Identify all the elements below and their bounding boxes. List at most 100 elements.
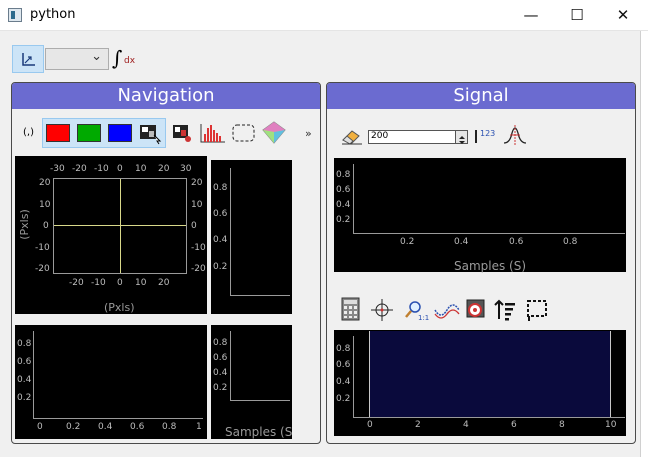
maximize-button[interactable]: ☐ [554, 0, 600, 31]
pointer-tool-button[interactable] [12, 45, 44, 73]
y-tick-left: -10 [35, 243, 50, 253]
y-tick-right: -10 [191, 243, 206, 253]
x-tick-bottom: 10 [135, 278, 147, 288]
numeric-bar-icon [475, 130, 477, 143]
green-channel-button[interactable] [77, 124, 101, 142]
close-button[interactable]: ✕ [600, 0, 646, 31]
window-title: python [30, 7, 76, 22]
y-tick: 0.4 [213, 368, 228, 378]
histogram-icon [200, 124, 225, 143]
signal-bottom-plot[interactable]: 0.8 0.6 0.4 0.2 0 2 4 6 8 10 [334, 330, 626, 436]
svg-text:1:1: 1:1 [418, 314, 429, 322]
x-tick-top: -20 [72, 164, 87, 174]
x-tick: 0 [37, 422, 43, 432]
y-tick: 0.8 [213, 183, 228, 193]
y-tick: 0.2 [336, 215, 351, 225]
navigation-right-plot[interactable]: 0.8 0.6 0.4 0.2 [211, 160, 292, 314]
snapshot-button[interactable] [464, 297, 488, 323]
axes-pointer-icon [22, 53, 35, 66]
y-tick: 0.8 [17, 339, 32, 349]
spinbox-arrows[interactable] [455, 131, 467, 144]
navigation-main-plot[interactable]: -30 -20 -10 0 10 20 30 -20 -10 0 10 20 2… [15, 156, 207, 314]
x-tick: 0 [367, 420, 373, 430]
curve-fit-icon [434, 304, 460, 319]
3d-view-button[interactable] [260, 119, 288, 147]
x-axis-label: Samples (S [225, 425, 293, 439]
x-tick-top: -10 [94, 164, 109, 174]
signal-title: Signal [327, 83, 635, 109]
eraser-button[interactable] [339, 124, 365, 146]
spinbox-value: 200 [371, 131, 389, 141]
blue-channel-button[interactable] [108, 124, 132, 142]
coord-label: (,) [23, 127, 34, 138]
x-tick-top: 0 [117, 164, 123, 174]
histogram-button[interactable] [199, 122, 227, 144]
x-tick: 0.6 [509, 237, 524, 247]
x-axis-line [33, 418, 203, 419]
signal-region-fill [369, 331, 610, 417]
roi-select-button[interactable] [231, 122, 257, 144]
navigation-bottom-plot[interactable]: 0.8 0.6 0.4 0.2 0 0.2 0.4 0.6 0.8 1 [15, 325, 207, 439]
sort-button[interactable] [492, 297, 518, 323]
x-tick: 0.4 [454, 237, 469, 247]
x-tick-top: 20 [158, 164, 170, 174]
window-right-edge [640, 31, 648, 457]
x-tick-bottom: 0 [117, 278, 123, 288]
y-tick: 0.4 [17, 375, 32, 385]
x-tick: 0.6 [130, 422, 145, 432]
y-axis-line [353, 336, 354, 418]
mode-combobox[interactable]: ⌄ [45, 48, 109, 70]
y-axis-line [353, 164, 354, 234]
numeric-display-button[interactable]: 123 [474, 127, 498, 147]
crosshair-button[interactable] [369, 297, 395, 323]
red-channel-button[interactable] [46, 124, 70, 142]
y-tick: 0.4 [213, 235, 228, 245]
y-tick-right: 10 [191, 200, 203, 210]
region-left-marker[interactable] [369, 331, 370, 417]
y-axis-line [33, 331, 34, 419]
x-axis-line [353, 417, 625, 418]
calculator-button[interactable] [340, 296, 362, 322]
app-icon [8, 8, 22, 22]
more-tools-button[interactable]: » [305, 127, 312, 140]
x-tick: 1 [196, 422, 202, 432]
crosshair-horizontal [54, 225, 186, 226]
y-tick: 0.8 [336, 344, 351, 354]
x-tick: 0.8 [563, 237, 578, 247]
roi-image-button[interactable] [170, 122, 194, 144]
zoom-button[interactable]: 1:1 [403, 298, 429, 322]
signal-top-plot[interactable]: 0.8 0.6 0.4 0.2 0.2 0.4 0.6 0.8 Samples … [334, 158, 626, 273]
zoom-icon: 1:1 [405, 301, 429, 322]
integral-icon[interactable]: ∫ [112, 46, 122, 70]
x-tick-top: 30 [180, 164, 192, 174]
region-select-button[interactable] [525, 297, 551, 323]
y-tick: 0.4 [336, 200, 351, 210]
minimize-button[interactable]: — [508, 0, 554, 31]
target-image-icon [466, 299, 485, 318]
y-axis-line [230, 331, 231, 401]
image-view-button[interactable] [137, 121, 163, 145]
region-right-marker[interactable] [610, 331, 611, 417]
x-axis-line [353, 233, 625, 234]
y-tick-left: 10 [39, 200, 51, 210]
gaussian-fit-button[interactable] [501, 121, 529, 149]
x-tick: 0.2 [400, 237, 415, 247]
x-tick-top: 10 [135, 164, 147, 174]
y-tick: 0.4 [336, 377, 351, 387]
curve-fit-button[interactable] [433, 300, 461, 322]
y-tick: 0.8 [336, 170, 351, 180]
y-tick: 0.2 [213, 383, 228, 393]
samples-spinbox[interactable]: 200 [368, 130, 468, 144]
y-tick: 0.6 [213, 353, 228, 363]
x-tick: 4 [463, 420, 469, 430]
x-tick-top: -30 [50, 164, 65, 174]
x-tick-bottom: 20 [158, 278, 170, 288]
navigation-corner-plot[interactable]: 0.8 0.6 0.4 0.2 Samples (S [211, 325, 292, 439]
x-axis-label: Samples (S) [454, 259, 527, 273]
y-tick: 0.6 [336, 185, 351, 195]
y-tick: 0.8 [213, 338, 228, 348]
integral-dx-label: dx [124, 56, 136, 66]
y-tick-left: 0 [43, 221, 49, 231]
x-tick: 0.4 [98, 422, 113, 432]
y-tick: 0.6 [213, 209, 228, 219]
